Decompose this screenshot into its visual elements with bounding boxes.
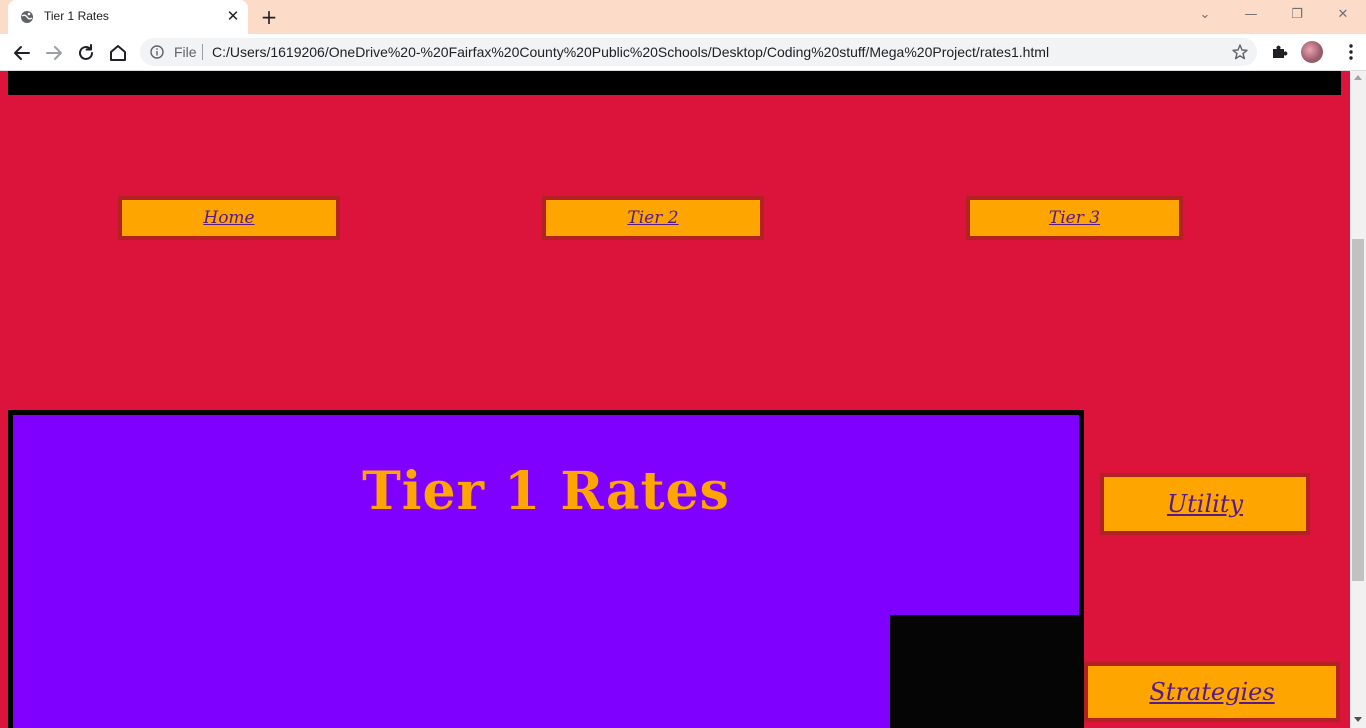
nav-home-button[interactable]: Home [118, 196, 340, 240]
nav-tier3-button[interactable]: Tier 3 [966, 196, 1183, 240]
close-window-button[interactable]: ✕ [1328, 4, 1358, 26]
omnibox-divider [202, 44, 203, 60]
nav-tier3-link[interactable]: Tier 3 [1049, 208, 1100, 228]
page-scrollbar[interactable] [1350, 71, 1366, 728]
tab-search-chevron-icon[interactable]: ⌄ [1190, 4, 1220, 26]
scroll-down-arrow-icon[interactable] [1354, 717, 1362, 722]
home-icon[interactable] [105, 40, 131, 66]
nav-home-link[interactable]: Home [203, 208, 254, 228]
star-icon[interactable] [1231, 43, 1249, 61]
nav-tier2-link[interactable]: Tier 2 [627, 208, 678, 228]
url-text[interactable]: C:/Users/1619206/OneDrive%20-%20Fairfax%… [212, 44, 1049, 60]
utility-link[interactable]: Utility [1167, 490, 1243, 518]
scroll-thumb[interactable] [1352, 239, 1364, 581]
tab-title: Tier 1 Rates [44, 9, 109, 23]
main-panel: Tier 1 Rates [8, 410, 1089, 728]
restore-button[interactable]: ❐ [1282, 4, 1312, 26]
scroll-up-arrow-icon[interactable] [1354, 75, 1362, 80]
page-viewport: Home Tier 2 Tier 3 Tier 1 Rates Utility … [0, 71, 1350, 728]
header-bar [8, 71, 1341, 95]
puzzle-icon[interactable] [1270, 43, 1288, 61]
strategies-link[interactable]: Strategies [1149, 678, 1274, 706]
browser-tab[interactable]: Tier 1 Rates ✕ [8, 0, 248, 34]
strategies-button[interactable]: Strategies [1084, 662, 1340, 722]
minimize-button[interactable]: — [1236, 4, 1266, 26]
kebab-menu-icon[interactable] [1345, 42, 1357, 62]
globe-icon [21, 11, 33, 23]
forward-arrow-icon[interactable] [41, 40, 67, 66]
browser-titlebar: Tier 1 Rates ✕ + ⌄ — ❐ ✕ [0, 0, 1366, 34]
browser-toolbar: File C:/Users/1619206/OneDrive%20-%20Fai… [0, 34, 1366, 71]
avatar[interactable] [1301, 41, 1323, 63]
page-title: Tier 1 Rates [362, 461, 730, 522]
info-icon[interactable] [150, 45, 164, 59]
back-arrow-icon[interactable] [9, 40, 35, 66]
new-tab-button[interactable]: + [258, 6, 280, 28]
nav-tier2-button[interactable]: Tier 2 [542, 196, 764, 240]
tab-close-icon[interactable]: ✕ [224, 7, 242, 25]
dark-image [890, 615, 1084, 728]
address-bar[interactable]: File C:/Users/1619206/OneDrive%20-%20Fai… [140, 38, 1257, 66]
scheme-label: File [174, 44, 197, 60]
utility-button[interactable]: Utility [1100, 473, 1310, 535]
reload-icon[interactable] [73, 40, 99, 66]
